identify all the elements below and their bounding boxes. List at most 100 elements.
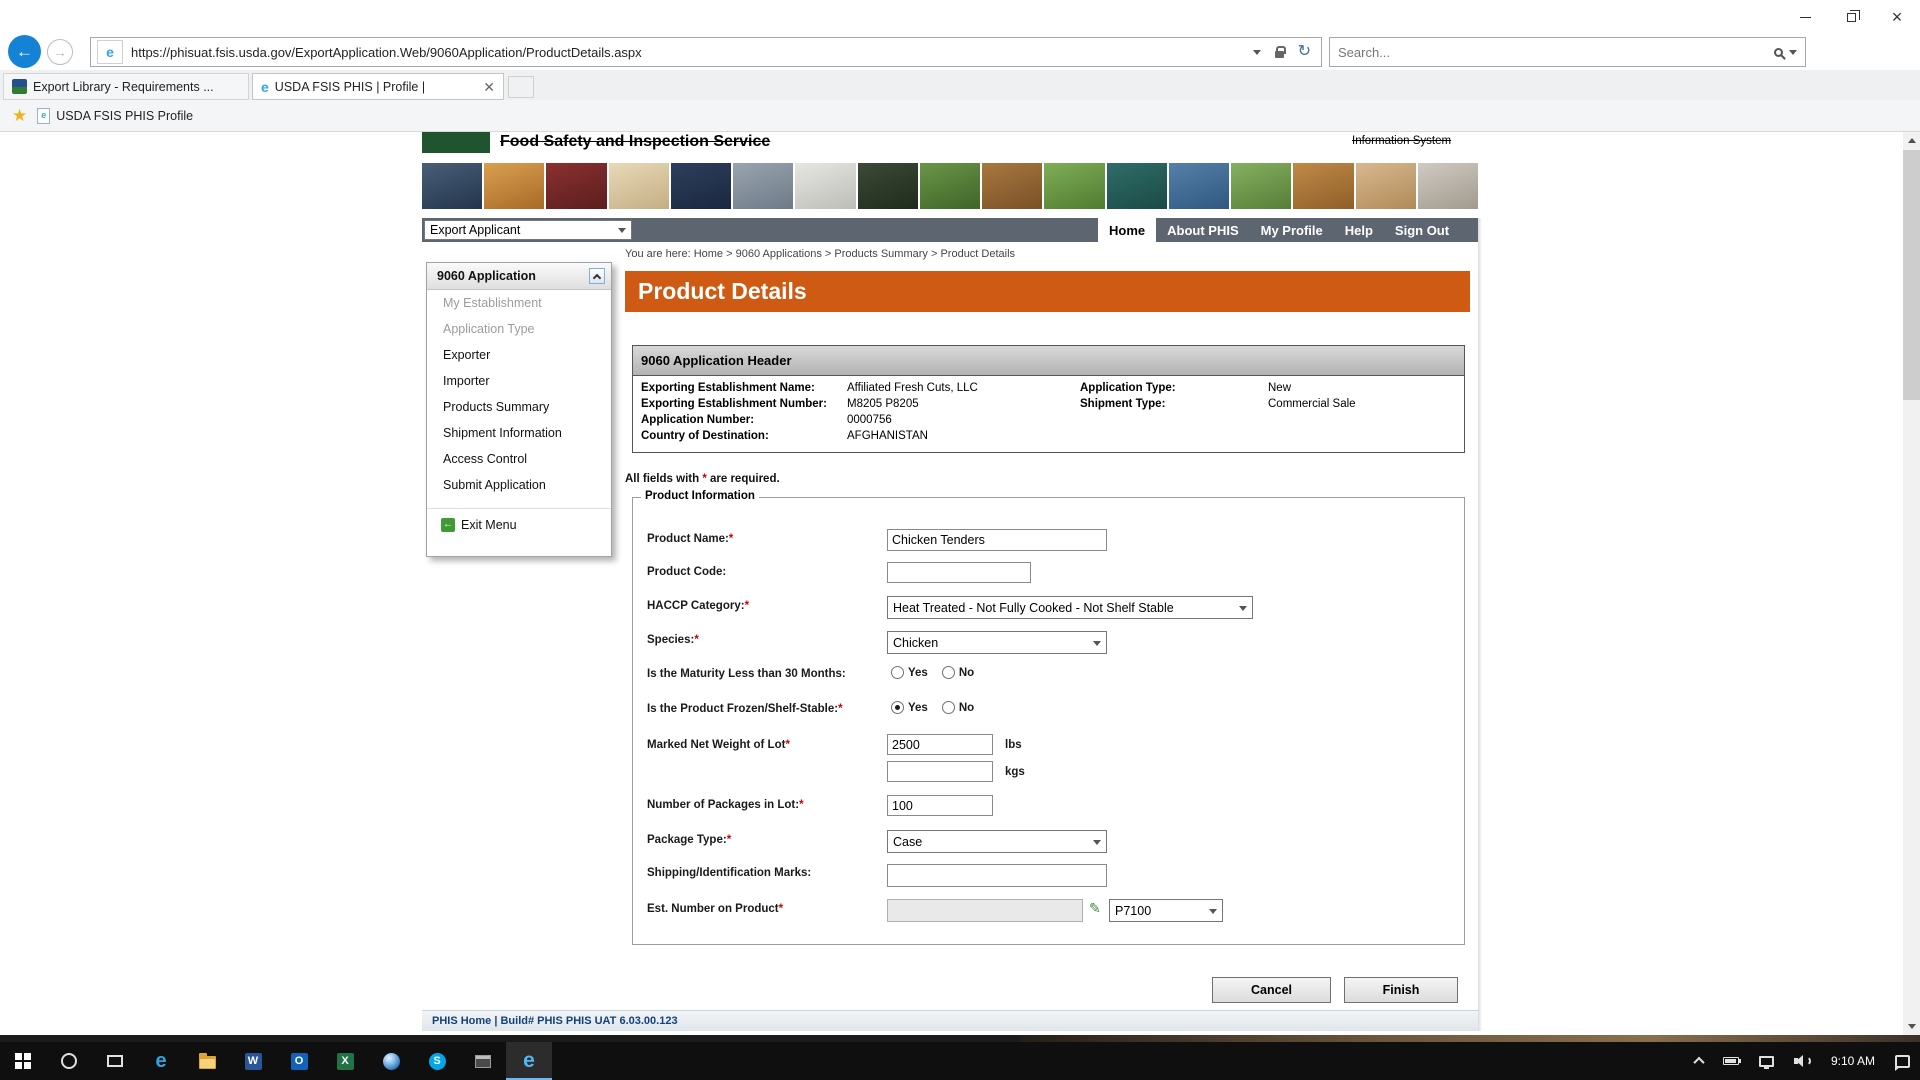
finish-button[interactable]: Finish <box>1344 977 1458 1003</box>
breadcrumb-9060-applications[interactable]: 9060 Applications <box>736 248 822 260</box>
action-center-button[interactable] <box>1885 1042 1920 1080</box>
site-footer: PHIS Home | Build# PHIS PHIS UAT 6.03.00… <box>422 1010 1478 1031</box>
cortana-button[interactable] <box>46 1042 92 1080</box>
product-name-input[interactable] <box>887 529 1107 551</box>
start-button[interactable] <box>0 1042 46 1080</box>
est-number-label: Est. Number on Product* <box>647 903 783 915</box>
excel-button[interactable]: X <box>322 1042 368 1080</box>
scroll-down-button[interactable] <box>1903 1018 1920 1035</box>
sidebar-item-exporter[interactable]: Exporter <box>427 342 611 368</box>
scroll-down-icon <box>1908 1024 1916 1029</box>
vertical-scrollbar[interactable] <box>1903 132 1920 1035</box>
net-weight-lbs-input[interactable] <box>887 734 993 755</box>
back-button[interactable]: ← <box>8 35 41 68</box>
forward-button[interactable]: → <box>47 39 73 65</box>
clock[interactable]: 9:10 AM <box>1821 1042 1885 1080</box>
address-dropdown-icon[interactable] <box>1253 50 1261 55</box>
tab-export-library[interactable]: Export Library - Requirements ... <box>3 73 249 100</box>
favorite-item[interactable]: e USDA FSIS PHIS Profile <box>37 108 193 124</box>
role-selector[interactable]: Export Applicant <box>424 220 632 240</box>
search-dropdown-icon[interactable] <box>1789 50 1797 55</box>
scroll-up-icon <box>1908 138 1916 143</box>
field-label: Exporting Establishment Number: <box>641 398 847 410</box>
content-shadow <box>1478 218 1482 1031</box>
display-tray-button[interactable] <box>1749 1042 1784 1080</box>
maturity-no-radio[interactable] <box>942 666 955 679</box>
field-label: Application Type: <box>1080 382 1268 394</box>
restore-button[interactable] <box>1828 0 1874 34</box>
excel-icon: X <box>337 1053 354 1070</box>
scrollbar-thumb[interactable] <box>1903 150 1920 400</box>
est-number-input <box>887 899 1083 922</box>
shipping-marks-input[interactable] <box>887 864 1107 887</box>
usda-favicon <box>12 79 27 94</box>
close-icon: × <box>1892 8 1903 26</box>
edge-taskbar-button[interactable]: e <box>138 1042 184 1080</box>
outlook-button[interactable]: O <box>276 1042 322 1080</box>
collapse-button[interactable] <box>589 268 605 284</box>
skype-icon: S <box>429 1053 446 1070</box>
sidebar-item-submit-application[interactable]: Submit Application <box>427 472 611 498</box>
product-information-fieldset: Product Information Product Name:* Produ… <box>632 497 1465 945</box>
nav-sign-out[interactable]: Sign Out <box>1384 218 1460 242</box>
net-weight-label: Marked Net Weight of Lot* <box>647 739 790 751</box>
species-select[interactable]: Chicken <box>887 631 1107 654</box>
file-explorer-button[interactable] <box>184 1042 230 1080</box>
sidebar-menu: 9060 Application My Establishment Applic… <box>426 262 612 557</box>
tray-expand-button[interactable] <box>1685 1042 1713 1080</box>
sidebar-exit-menu[interactable]: ← Exit Menu <box>427 508 611 540</box>
favorite-star-icon[interactable]: ★ <box>12 107 27 124</box>
app-window-button[interactable] <box>460 1042 506 1080</box>
nav-home[interactable]: Home <box>1098 218 1156 242</box>
nav-my-profile[interactable]: My Profile <box>1250 218 1334 242</box>
globe-app-button[interactable] <box>368 1042 414 1080</box>
cancel-button[interactable]: Cancel <box>1212 977 1331 1003</box>
breadcrumb-home[interactable]: Home <box>694 248 723 260</box>
windows-logo-icon <box>15 1053 31 1069</box>
haccp-category-select[interactable]: Heat Treated - Not Fully Cooked - Not Sh… <box>887 596 1253 619</box>
frozen-yes-radio[interactable] <box>891 701 904 714</box>
est-number-select[interactable]: P7100 <box>1109 899 1223 922</box>
scroll-up-button[interactable] <box>1903 132 1920 149</box>
nav-about-phis[interactable]: About PHIS <box>1156 218 1250 242</box>
nav-help[interactable]: Help <box>1334 218 1384 242</box>
frozen-no-radio[interactable] <box>942 701 955 714</box>
product-code-input[interactable] <box>887 562 1031 583</box>
chevron-down-icon <box>1093 840 1101 845</box>
breadcrumb-products-summary[interactable]: Products Summary <box>834 248 928 260</box>
sidebar-item-products-summary[interactable]: Products Summary <box>427 394 611 420</box>
tab-close-icon[interactable]: ✕ <box>483 80 495 94</box>
address-bar[interactable]: e https://phisuat.fsis.usda.gov/ExportAp… <box>90 37 1322 67</box>
search-input[interactable] <box>1338 45 1774 60</box>
net-weight-kgs-input[interactable] <box>887 761 993 782</box>
packages-input[interactable] <box>887 795 993 816</box>
word-button[interactable]: W <box>230 1042 276 1080</box>
battery-tray-button[interactable] <box>1713 1042 1749 1080</box>
search-icon[interactable] <box>1774 48 1783 57</box>
package-type-select[interactable]: Case <box>887 830 1107 853</box>
sidebar-item-shipment-information[interactable]: Shipment Information <box>427 420 611 446</box>
search-box[interactable] <box>1329 37 1806 67</box>
close-button[interactable]: × <box>1874 0 1920 34</box>
field-value: New <box>1268 382 1291 394</box>
exit-icon: ← <box>441 518 455 532</box>
agency-title: Food Safety and Inspection Service <box>500 133 770 151</box>
phis-home-link[interactable]: PHIS Home <box>432 1015 491 1027</box>
product-code-label: Product Code: <box>647 566 726 578</box>
task-view-icon <box>107 1055 123 1067</box>
new-tab-button[interactable] <box>508 76 534 98</box>
wallpaper-image <box>1020 1035 1920 1042</box>
chevron-up-icon <box>593 273 601 281</box>
sidebar-item-importer[interactable]: Importer <box>427 368 611 394</box>
sidebar-item-access-control[interactable]: Access Control <box>427 446 611 472</box>
edit-pencil-icon[interactable]: ✎ <box>1089 901 1101 915</box>
chevron-down-icon <box>1209 909 1217 914</box>
maturity-yes-radio[interactable] <box>891 666 904 679</box>
refresh-icon[interactable]: ↻ <box>1298 44 1311 60</box>
minimize-button[interactable] <box>1782 0 1828 34</box>
internet-explorer-button[interactable]: e <box>506 1042 552 1080</box>
volume-tray-button[interactable] <box>1784 1042 1821 1080</box>
task-view-button[interactable] <box>92 1042 138 1080</box>
skype-button[interactable]: S <box>414 1042 460 1080</box>
tab-usda-fsis-phis[interactable]: e USDA FSIS PHIS | Profile | ✕ <box>252 73 504 100</box>
